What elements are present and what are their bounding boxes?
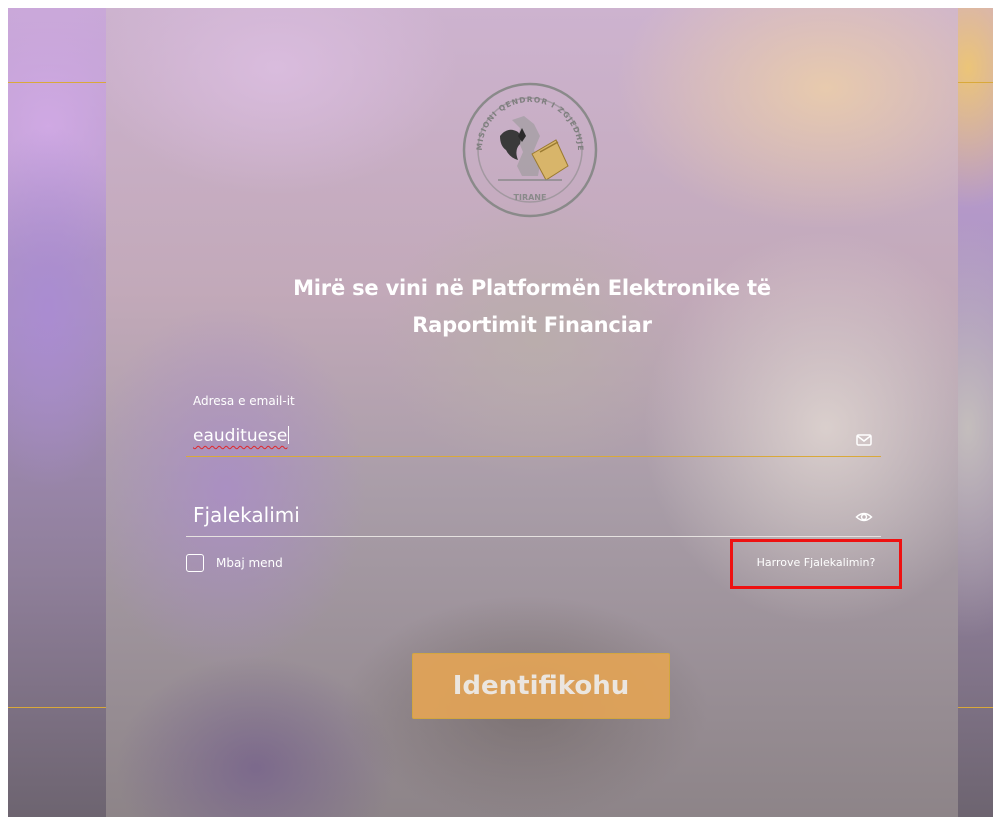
- password-field[interactable]: Fjalekalimi: [186, 502, 881, 537]
- divider-line: [8, 82, 106, 83]
- mail-icon: [856, 434, 872, 446]
- email-value: eaudituese: [193, 426, 288, 446]
- login-button[interactable]: Identifikohu: [412, 653, 670, 719]
- welcome-line-2: Raportimit Financiar: [412, 313, 652, 337]
- kqz-seal-logo: KOMISIONI QENDROR I ZGJEDHJEVE TIRANE: [460, 80, 598, 218]
- checkbox[interactable]: [186, 554, 204, 572]
- divider-line: [958, 82, 993, 83]
- text-caret: [288, 426, 290, 444]
- password-placeholder: Fjalekalimi: [193, 503, 300, 527]
- eye-icon[interactable]: [855, 508, 873, 526]
- svg-text:TIRANE: TIRANE: [514, 193, 547, 202]
- remember-me-label: Mbaj mend: [216, 556, 283, 570]
- email-field[interactable]: Adresa e email-it eaudituese: [186, 390, 881, 457]
- login-panel: KOMISIONI QENDROR I ZGJEDHJEVE TIRANE Mi…: [106, 8, 958, 817]
- divider-line: [958, 707, 993, 708]
- forgot-password-link[interactable]: Harrove Fjalekalimin?: [741, 556, 891, 569]
- divider-line: [8, 707, 106, 708]
- remember-me-checkbox[interactable]: Mbaj mend: [186, 554, 283, 572]
- email-input[interactable]: eaudituese: [193, 426, 290, 446]
- page-background: KOMISIONI QENDROR I ZGJEDHJEVE TIRANE Mi…: [8, 8, 993, 817]
- email-label: Adresa e email-it: [193, 394, 295, 408]
- welcome-heading: Mirë se vini në Platformën Elektronike t…: [166, 270, 898, 344]
- welcome-line-1: Mirë se vini në Platformën Elektronike t…: [293, 276, 771, 300]
